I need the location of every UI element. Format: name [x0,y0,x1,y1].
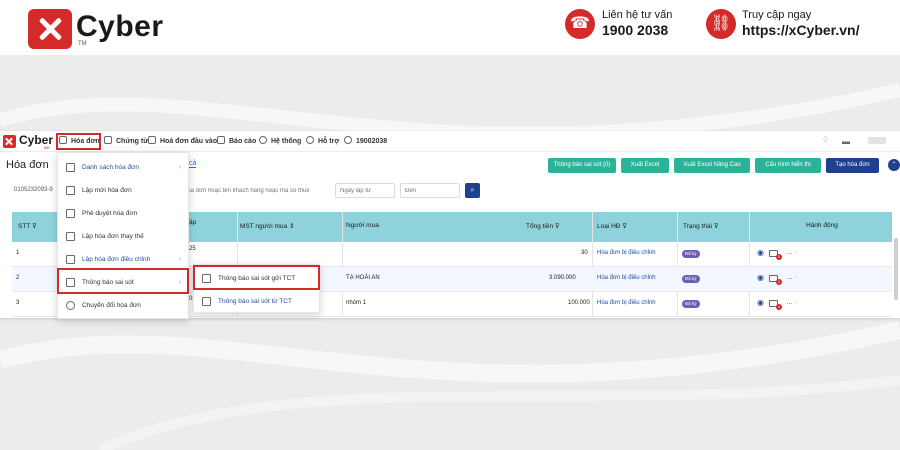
trademark: TM [78,41,87,47]
link-icon: ⛓ [706,9,736,39]
brand-banner: Cyber TM ☎ Liên hệ tư vấn 1900 2038 ⛓ Tr… [0,0,900,55]
header-mst[interactable]: MST người mua ⇕ [240,222,294,230]
search-button[interactable]: ⌕ [465,183,480,198]
menu-item-invoice-list[interactable]: Danh sách hóa đơn › [58,155,188,180]
header-total[interactable]: Tổng tiền ⊽ [526,222,560,230]
nav-system[interactable]: Hệ thống [259,135,301,148]
bell-icon[interactable]: ♢ [822,135,829,144]
display-config-button[interactable]: Cấu hình hiển thị [755,158,821,173]
hotline-value[interactable]: 1900 2038 [602,22,668,38]
header-type[interactable]: Loại HĐ ⊽ [597,222,627,230]
nav-support-label: Hỗ trợ [318,138,340,145]
inbox-icon [148,136,156,144]
status-badge: Đã ký [682,300,700,308]
cell-total: 3.090.000 [549,275,576,281]
menu-item-convert-invoice[interactable]: Chuyển đổi hóa đơn [58,293,188,318]
export-excel-advanced-button[interactable]: Xuất Excel Nâng Cao [674,158,750,173]
nav-phone-label: 19002038 [356,138,388,145]
cell-type[interactable]: Hóa đơn bị điều chỉnh [597,250,656,256]
header-action: Hành động [806,222,838,229]
new-document-icon [66,186,75,195]
cell-stt: 3 [16,300,20,306]
hotline-label: Liên hệ tư vấn [602,9,673,21]
more-icon[interactable]: …· [786,249,797,256]
header-date[interactable]: ập [189,219,196,226]
view-icon[interactable]: ◉ [757,248,764,257]
header-stt[interactable]: STT ⊽ [18,222,37,230]
notification-dot: 1 [776,279,782,285]
view-icon[interactable]: ◉ [757,273,764,282]
header-buyer: Người mua [346,222,379,229]
gear-icon [259,136,267,144]
tab-all[interactable]: cả [189,160,197,168]
avatar[interactable] [868,137,886,144]
nav-report[interactable]: Báo cáo [217,135,256,148]
site-label: Truy cập ngay [742,9,812,21]
cell-stt: 1 [16,250,20,256]
menu-item-approve-invoice[interactable]: Phê duyệt hóa đơn [58,201,188,226]
edit-document-icon [66,255,75,264]
brand-name: Cyber [76,10,164,43]
list-icon [66,163,75,172]
collapse-icon[interactable]: ⌃ [888,159,900,171]
create-invoice-button[interactable]: Tạo hóa đơn [826,158,879,173]
submenu-item-from-tct[interactable]: Thông báo sai sót từ TCT [194,289,319,314]
cell-type[interactable]: Hóa đơn bị điều chỉnh [597,275,656,281]
nav-voucher-label: Chứng từ [116,138,149,145]
mst-value[interactable]: 0105232093-9 [14,187,53,193]
status-badge: Đã ký [682,250,700,258]
date-from-input[interactable] [335,183,395,198]
cyber-logo-icon [28,9,72,49]
export-excel-button[interactable]: Xuất Excel [621,158,669,173]
help-icon [306,136,314,144]
app-logo-icon [3,135,16,148]
more-icon[interactable]: …· [786,274,797,281]
app-logo-sub: Bill [44,145,50,150]
more-icon[interactable]: …· [786,299,797,306]
status-badge: Đã ký [682,275,700,283]
submenu-item-highlight [193,265,320,290]
menu-item-new-invoice[interactable]: Lập mới hóa đơn [58,178,188,203]
site-url[interactable]: https://xCyber.vn/ [742,22,859,38]
refresh-icon [66,301,75,310]
date-to-input[interactable] [400,183,460,198]
top-navbar: Cyber Bill Hóa đơn Chứng từ Hoá đơn đầu … [0,131,900,152]
nav-phone[interactable]: 19002038 [344,135,387,148]
view-icon[interactable]: ◉ [757,298,764,307]
notification-dot: 1 [776,304,782,310]
nav-system-label: Hệ thống [271,138,302,145]
table-scrollbar[interactable] [894,238,898,300]
cell-date: 25 [189,246,196,252]
nav-support[interactable]: Hỗ trợ [306,135,339,148]
cell-buyer: nhóm 1 [346,300,367,306]
phone-icon: ☎ [565,9,595,39]
cell-type[interactable]: Hóa đơn bị điều chỉnh [597,300,656,306]
search-input[interactable] [180,183,330,198]
cell-stt: 2 [16,275,20,281]
nav-input-invoice[interactable]: Hoá đơn đầu vào [148,135,217,148]
document-icon [104,136,112,144]
swap-icon [66,232,75,241]
page-title: Hóa đơn [6,159,49,171]
approve-icon [66,209,75,218]
headset-icon [344,136,352,144]
nav-report-label: Báo cáo [229,138,257,145]
menu-item-replace-invoice[interactable]: Lập hóa đơn thay thế [58,224,188,249]
chevron-right-icon: › [178,164,181,171]
nav-invoice-highlight [56,133,101,150]
cell-total: 100.000 [568,300,590,306]
cell-total: 30 [581,250,588,256]
menu-icon[interactable]: ▬ [842,137,850,146]
nav-input-invoice-label: Hoá đơn đầu vào [160,138,218,145]
cell-buyer: TẠ HOÀI AN [346,275,380,281]
error-notice-button[interactable]: Thông báo sai sót (0) [548,158,616,173]
menu-item-highlight [57,268,189,294]
header-status[interactable]: Trạng thái ⊽ [683,222,719,230]
chart-icon [217,136,225,144]
notification-dot: 1 [776,254,782,260]
megaphone-icon [202,297,211,306]
nav-voucher[interactable]: Chứng từ [104,135,148,148]
